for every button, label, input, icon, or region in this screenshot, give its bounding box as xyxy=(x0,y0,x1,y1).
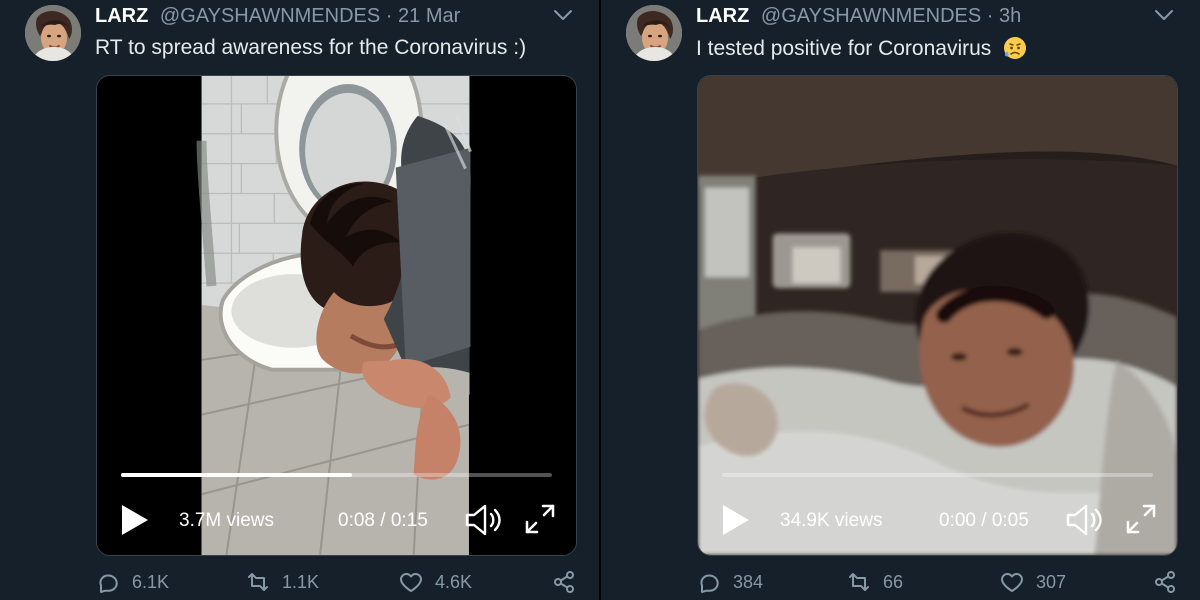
display-name[interactable]: LARZ xyxy=(696,5,749,27)
tweet-timestamp[interactable]: 21 Mar xyxy=(398,5,460,27)
tweet-card-right: LARZ @GAYSHAWNMENDES · 3h I tested posit… xyxy=(601,0,1200,600)
user-handle[interactable]: @GAYSHAWNMENDES xyxy=(761,5,981,27)
reply-count: 384 xyxy=(733,571,764,592)
video-duration: 0:08 / 0:15 xyxy=(338,510,428,531)
like-count: 4.6K xyxy=(435,571,473,592)
tweet-header: LARZ @GAYSHAWNMENDES · 3h xyxy=(696,4,1021,28)
timestamp-separator: · xyxy=(986,5,994,27)
video-views: 3.7M views xyxy=(179,510,275,531)
timestamp-separator: · xyxy=(385,5,393,27)
video-controls: 34.9K views 0:00 / 0:05 xyxy=(698,480,1177,555)
video-player[interactable]: 34.9K views 0:00 / 0:05 xyxy=(697,75,1178,556)
video-player[interactable]: 3.7M views 0:08 / 0:15 xyxy=(96,75,577,556)
avatar[interactable] xyxy=(626,5,682,61)
video-progress-fill xyxy=(121,473,352,477)
like-button[interactable]: 4.6K xyxy=(399,568,472,596)
tweet-timestamp[interactable]: 3h xyxy=(999,5,1021,27)
display-name[interactable]: LARZ xyxy=(95,5,148,27)
heart-icon xyxy=(400,573,422,592)
reply-icon xyxy=(99,574,118,593)
tweet-header: LARZ @GAYSHAWNMENDES · 21 Mar xyxy=(95,4,460,28)
retweet-icon xyxy=(849,573,869,591)
like-count: 307 xyxy=(1036,571,1067,592)
play-icon[interactable] xyxy=(120,503,150,537)
video-views: 34.9K views xyxy=(780,510,883,531)
volume-icon[interactable] xyxy=(462,499,504,541)
tweet-actions: 6.1K 1.1K 4.6K xyxy=(96,568,586,596)
retweet-icon xyxy=(248,573,268,591)
chevron-down-icon[interactable] xyxy=(1152,6,1176,24)
retweet-button[interactable]: 1.1K xyxy=(246,568,319,596)
tweet-text: I tested positive for Coronavirus xyxy=(696,37,992,60)
tweet-actions: 384 66 307 xyxy=(697,568,1187,596)
fullscreen-icon[interactable] xyxy=(520,499,560,539)
sad-sweat-emoji xyxy=(1004,37,1027,59)
avatar[interactable] xyxy=(25,5,81,61)
tweet-card-left: LARZ @GAYSHAWNMENDES · 21 Mar RT to spre… xyxy=(0,0,599,600)
volume-icon[interactable] xyxy=(1063,499,1105,541)
heart-icon xyxy=(1001,573,1023,592)
retweet-count: 1.1K xyxy=(282,571,320,592)
reply-count: 6.1K xyxy=(132,571,170,592)
tweet-text-container: I tested positive for Coronavirus xyxy=(696,36,1027,61)
like-button[interactable]: 307 xyxy=(1000,568,1066,596)
fullscreen-icon[interactable] xyxy=(1121,499,1161,539)
video-progress-bar[interactable] xyxy=(722,473,1153,477)
share-button[interactable] xyxy=(1153,568,1177,596)
tweet-comparison: LARZ @GAYSHAWNMENDES · 21 Mar RT to spre… xyxy=(0,0,1200,600)
tweet-text: RT to spread awareness for the Coronavir… xyxy=(95,36,527,59)
share-icon xyxy=(1155,571,1175,593)
video-progress-bar[interactable] xyxy=(121,473,552,477)
video-duration: 0:00 / 0:05 xyxy=(939,510,1029,531)
reply-button[interactable]: 384 xyxy=(697,568,763,596)
chevron-down-icon[interactable] xyxy=(551,6,575,24)
reply-icon xyxy=(700,574,719,593)
reply-button[interactable]: 6.1K xyxy=(96,568,169,596)
retweet-count: 66 xyxy=(883,571,904,592)
play-icon[interactable] xyxy=(721,503,751,537)
retweet-button[interactable]: 66 xyxy=(847,568,903,596)
video-controls: 3.7M views 0:08 / 0:15 xyxy=(97,480,576,555)
user-handle[interactable]: @GAYSHAWNMENDES xyxy=(160,5,380,27)
share-icon xyxy=(554,571,574,593)
share-button[interactable] xyxy=(552,568,576,596)
